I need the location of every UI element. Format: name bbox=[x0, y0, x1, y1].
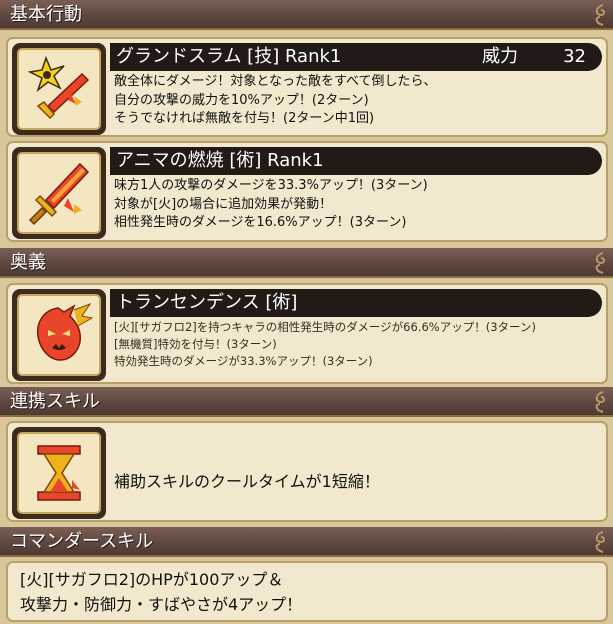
scroll-ornament-icon bbox=[595, 391, 605, 413]
skill-icon-frame bbox=[12, 427, 106, 519]
section-title-basic: 基本行動 bbox=[10, 4, 82, 25]
section-header-basic: 基本行動 bbox=[0, 0, 613, 30]
scroll-ornament-icon bbox=[595, 4, 605, 26]
description-line: 相性発生時のダメージを16.6%アップ！(3ターン) bbox=[114, 215, 407, 230]
commander-line: 攻撃力・防御力・すばやさが4アップ！ bbox=[20, 595, 303, 614]
skill-description: 味方1人の攻撃のダメージを33.3%アップ！(3ターン) 対象が[火]の場合に追… bbox=[114, 177, 428, 233]
section-header-ougi: 奥義 bbox=[0, 248, 613, 278]
skill-card-grand-slam[interactable]: グランドスラム [技] Rank1 威力 32 敵全体にダメージ！対象となった敵… bbox=[6, 37, 608, 137]
skill-card-anima-burn[interactable]: アニマの燃焼 [術] Rank1 味方1人の攻撃のダメージを33.3%アップ！(… bbox=[6, 141, 608, 242]
section-header-commander: コマンダースキル bbox=[0, 527, 613, 557]
description-line: 味方1人の攻撃のダメージを33.3%アップ！(3ターン) bbox=[114, 178, 428, 193]
description-line: [火][サガフロ2]を持つキャラの相性発生時のダメージが66.6%アップ！(3タ… bbox=[114, 320, 536, 334]
section-title-renkei: 連携スキル bbox=[10, 391, 100, 412]
description-line: 対象が[火]の場合に追加効果が発動！ bbox=[114, 196, 333, 212]
renkei-effect-text: 補助スキルのクールタイムが1短縮！ bbox=[114, 472, 380, 491]
skill-icon-frame bbox=[12, 43, 106, 135]
skill-title-bar: トランセンデンス [術] bbox=[110, 289, 602, 317]
skill-title-bar: グランドスラム [技] Rank1 威力 32 bbox=[110, 43, 602, 71]
commander-line: [火][サガフロ2]のHPが100アップ＆ bbox=[20, 570, 284, 589]
skill-description: 敵全体にダメージ！対象となった敵をすべて倒したら、 自分の攻撃の威力を10%アッ… bbox=[114, 73, 437, 129]
skill-card-renkei[interactable]: 補助スキルのクールタイムが1短縮！ bbox=[6, 421, 608, 522]
hourglass-icon bbox=[37, 445, 81, 501]
skill-title-bar: アニマの燃焼 [術] Rank1 bbox=[110, 147, 602, 175]
flame-sword-icon bbox=[28, 162, 90, 226]
skill-icon-frame bbox=[12, 289, 106, 381]
flame-demon-icon bbox=[36, 302, 94, 361]
section-title-commander: コマンダースキル bbox=[10, 531, 154, 552]
skill-name: グランドスラム [技] Rank1 bbox=[116, 46, 342, 67]
power-value: 32 bbox=[563, 46, 586, 67]
description-line: 自分の攻撃の威力を10%アップ！(2ターン) bbox=[114, 92, 369, 108]
description-line: そうでなければ無敵を付与！(2ターン中1回) bbox=[114, 111, 375, 126]
power-label: 威力 bbox=[482, 46, 518, 67]
description-line: 敵全体にダメージ！対象となった敵をすべて倒したら、 bbox=[114, 74, 437, 89]
shuriken-sword-icon bbox=[27, 55, 90, 120]
skill-icon-frame bbox=[12, 147, 106, 239]
skill-detail-panel: 基本行動 グランドスラム [技] Rank1 威力 32 敵全体にダメージ！対象… bbox=[0, 0, 613, 624]
skill-name: アニマの燃焼 [術] Rank1 bbox=[116, 150, 324, 171]
description-line: [無機質]特効を付与！(3ターン) bbox=[114, 337, 277, 351]
section-header-renkei: 連携スキル bbox=[0, 387, 613, 417]
scroll-ornament-icon bbox=[595, 252, 605, 274]
skill-name: トランセンデンス [術] bbox=[116, 292, 298, 313]
skill-description: [火][サガフロ2]を持つキャラの相性発生時のダメージが66.6%アップ！(3タ… bbox=[114, 319, 536, 370]
skill-card-transcendence[interactable]: トランセンデンス [術] [火][サガフロ2]を持つキャラの相性発生時のダメージ… bbox=[6, 283, 608, 384]
scroll-ornament-icon bbox=[595, 531, 605, 553]
description-line: 特効発生時のダメージが33.3%アップ！(3ターン) bbox=[114, 354, 373, 368]
section-title-ougi: 奥義 bbox=[10, 252, 46, 273]
commander-skill-card[interactable]: [火][サガフロ2]のHPが100アップ＆ 攻撃力・防御力・すばやさが4アップ！ bbox=[6, 561, 608, 622]
